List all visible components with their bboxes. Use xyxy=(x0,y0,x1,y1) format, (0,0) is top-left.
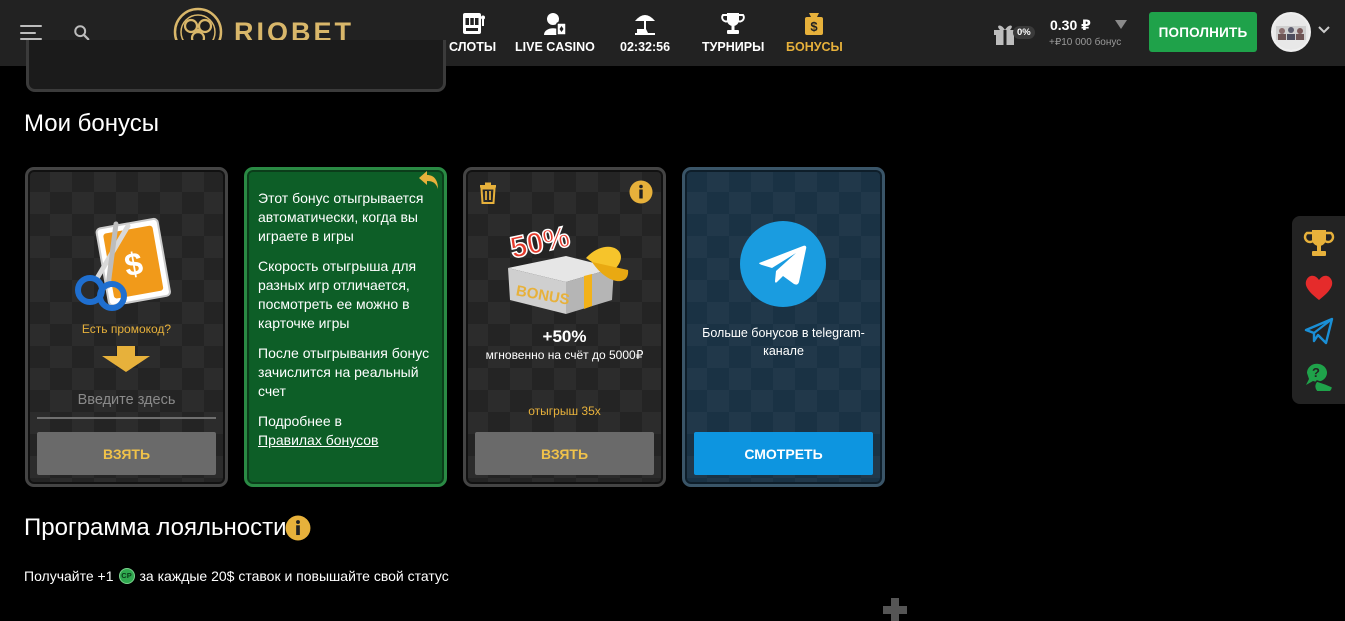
menu-icon[interactable] xyxy=(20,25,42,40)
nav-slots[interactable]: СЛОТЫ xyxy=(449,11,496,54)
wager-requirement: отыгрыш 35x xyxy=(528,404,601,418)
avatar-image xyxy=(1273,14,1309,50)
my-bonuses-title: Мои бонусы xyxy=(24,110,160,137)
info-icon[interactable] xyxy=(629,180,653,204)
bonus-bag-icon: $ xyxy=(805,13,824,35)
cp-coin-icon: CP xyxy=(118,568,135,584)
balance-dropdown-caret-icon[interactable] xyxy=(1115,20,1127,29)
svg-text:$: $ xyxy=(811,19,819,34)
nav-tournaments[interactable]: ТУРНИРЫ xyxy=(702,11,764,54)
arrow-down-icon xyxy=(102,346,150,372)
loyalty-sub-before: Получайте +1 xyxy=(24,568,114,584)
info-icon[interactable] xyxy=(285,515,311,541)
telegram-icon xyxy=(740,221,826,307)
trophy-icon[interactable] xyxy=(1303,227,1335,259)
trophy-icon xyxy=(721,13,745,34)
promo-code-input[interactable] xyxy=(37,383,216,419)
bonus-info-card: Этот бонус отыгрывается автоматически, к… xyxy=(244,167,447,487)
info-paragraph: После отыгрывания бонус зачислится на ре… xyxy=(258,345,430,399)
plus-icon xyxy=(883,598,907,621)
previous-card-remnant xyxy=(26,40,446,92)
loyalty-subtitle: Получайте +1 CP за каждые 20$ ставок и п… xyxy=(24,568,449,584)
deposit-button[interactable]: ПОПОЛНИТЬ xyxy=(1149,12,1257,52)
telegram-send-icon[interactable] xyxy=(1303,315,1335,347)
promo-take-button[interactable]: ВЗЯТЬ xyxy=(37,432,216,475)
info-paragraph: Этот бонус отыгрывается автоматически, к… xyxy=(258,190,424,244)
support-chat-icon[interactable]: ? xyxy=(1303,359,1335,391)
bonus-rules-link[interactable]: Правилах бонусов xyxy=(258,432,379,448)
promo-question: Есть промокод? xyxy=(81,322,172,336)
chevron-down-icon[interactable] xyxy=(1317,25,1331,35)
loyalty-title: Программа лояльности xyxy=(24,514,287,541)
info-paragraph-rules: Подробнее в Правилах бонусов xyxy=(258,412,438,450)
bonus-balance: +₽10 000 бонус xyxy=(1049,37,1122,48)
info-rules-prefix: Подробнее в xyxy=(258,413,342,429)
trash-icon[interactable] xyxy=(478,182,498,204)
bonus-info-text: Этот бонус отыгрывается автоматически, к… xyxy=(258,189,438,461)
bonus-take-button[interactable]: ВЗЯТЬ xyxy=(475,432,654,475)
loyalty-sub-after: за каждые 20$ ставок и повышайте свой ст… xyxy=(139,568,449,584)
nav-timer-promo[interactable]: 02:32:56 xyxy=(620,11,670,54)
nav-bonuses[interactable]: $ БОНУСЫ xyxy=(786,11,843,54)
telegram-text: Больше бонусов в telegram-канале xyxy=(702,326,865,358)
quick-access-panel: ? xyxy=(1292,216,1345,404)
balance-amount: 0.30 ₽ xyxy=(1050,17,1091,33)
bonus-percent: +50% xyxy=(542,327,587,346)
bonus-description: мгновенно на счёт до 5000₽ xyxy=(485,348,644,362)
gift-percent-badge: 0% xyxy=(1013,26,1035,39)
coupon-scissors-icon: $ xyxy=(75,217,171,311)
beach-umbrella-icon xyxy=(635,15,656,35)
live-dealer-icon xyxy=(543,13,567,36)
slot-machine-icon xyxy=(462,13,485,34)
info-paragraph: Скорость отыгрыша для разных игр отличае… xyxy=(258,258,417,331)
avatar[interactable] xyxy=(1271,12,1311,52)
svg-text:?: ? xyxy=(1312,365,1320,380)
deposit-bonus-card: BONUS 50% +50% мгновенно на счёт до 5000… xyxy=(463,167,666,487)
promo-code-card: $ Есть промокод? ВЗЯТЬ xyxy=(25,167,228,487)
bonus-gift-box-image: BONUS 50% xyxy=(506,220,629,314)
nav-live-casino[interactable]: LIVE CASINO xyxy=(515,11,595,54)
telegram-view-button[interactable]: СМОТРЕТЬ xyxy=(694,432,873,475)
telegram-card: Больше бонусов в telegram-канале СМОТРЕТ… xyxy=(682,167,885,487)
heart-icon[interactable] xyxy=(1303,271,1335,303)
